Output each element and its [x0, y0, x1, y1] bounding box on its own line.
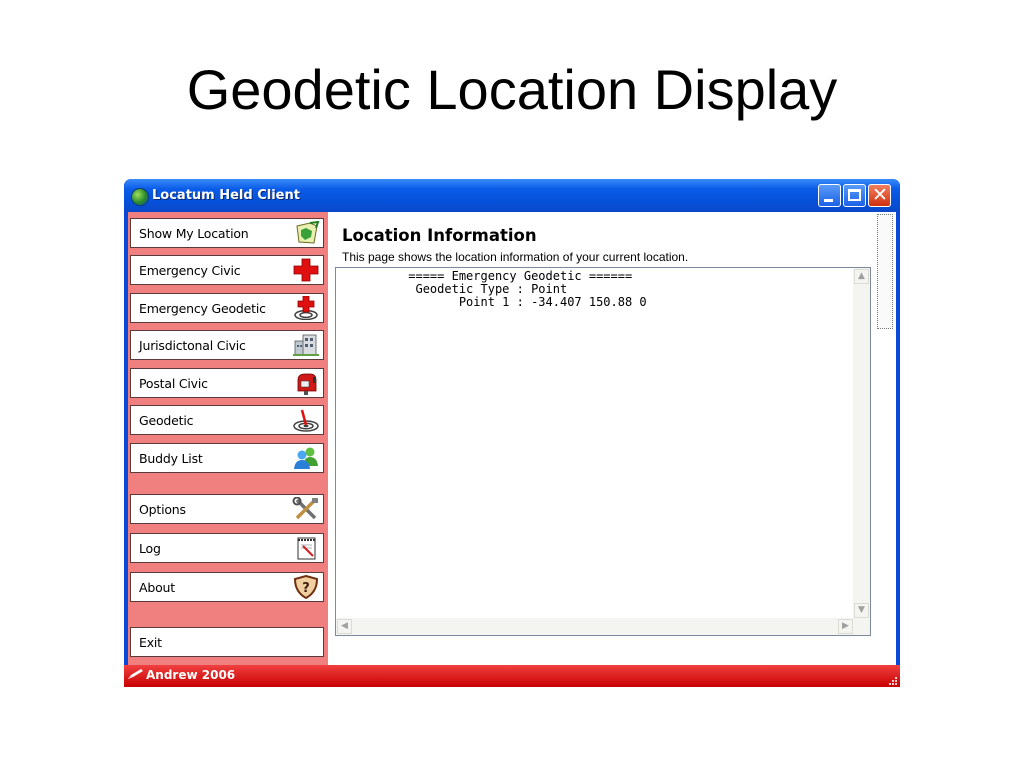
- content-description: This page shows the location information…: [342, 250, 689, 264]
- mailbox-icon: [297, 373, 317, 395]
- map-icon: [296, 221, 320, 244]
- close-button[interactable]: ✕: [868, 184, 891, 207]
- maximize-button[interactable]: [843, 184, 866, 207]
- page-scrollbar[interactable]: [874, 212, 896, 665]
- content-panel: Location Information This page shows the…: [328, 212, 874, 665]
- nav-label: Postal Civic: [139, 376, 208, 391]
- nav-label: Jurisdictonal Civic: [139, 338, 246, 353]
- emergency-geodetic-button[interactable]: Emergency Geodetic: [130, 293, 324, 323]
- minimize-button[interactable]: [818, 184, 841, 207]
- client-area: Show My Location Emergency Civic Emergen…: [128, 212, 896, 665]
- tools-icon: [292, 497, 318, 520]
- minimize-icon: [824, 199, 833, 202]
- vertical-scrollbar[interactable]: ▲ ▼: [853, 268, 870, 619]
- status-bar: Andrew 2006: [124, 665, 900, 687]
- scroll-right-icon[interactable]: ▶: [838, 619, 853, 634]
- sidebar: Show My Location Emergency Civic Emergen…: [128, 212, 328, 665]
- app-window: Locatum Held Client ✕ Show My Location E…: [124, 179, 900, 687]
- window-title: Locatum Held Client: [152, 188, 300, 203]
- maximize-icon: [848, 189, 861, 201]
- slide-title: Geodetic Location Display: [186, 58, 838, 121]
- nav-label: Emergency Geodetic: [139, 301, 266, 316]
- notepad-icon: [297, 537, 316, 560]
- emergency-civic-button[interactable]: Emergency Civic: [130, 255, 324, 285]
- scroll-down-icon[interactable]: ▼: [854, 603, 869, 618]
- nav-label: Exit: [139, 635, 162, 650]
- status-text: Andrew 2006: [146, 668, 236, 682]
- buddies-icon: [294, 447, 318, 469]
- nav-label: Emergency Civic: [139, 263, 241, 278]
- resize-grip-icon[interactable]: [887, 675, 897, 685]
- help-shield-icon: ?: [293, 575, 319, 599]
- jurisdictional-civic-button[interactable]: Jurisdictonal Civic: [130, 330, 324, 360]
- red-cross-icon: [293, 258, 319, 282]
- close-icon: ✕: [872, 184, 888, 206]
- nav-label: About: [139, 580, 175, 595]
- pen-icon: [128, 669, 143, 679]
- log-button[interactable]: Log: [130, 533, 324, 563]
- scroll-up-icon[interactable]: ▲: [854, 269, 869, 284]
- show-my-location-button[interactable]: Show My Location: [130, 218, 324, 248]
- postal-civic-button[interactable]: Postal Civic: [130, 368, 324, 398]
- options-button[interactable]: Options: [130, 494, 324, 524]
- content-title: Location Information: [342, 226, 537, 245]
- title-bar[interactable]: Locatum Held Client ✕: [124, 179, 900, 212]
- location-text-area[interactable]: ===== Emergency Geodetic ====== Geodetic…: [335, 267, 871, 636]
- about-button[interactable]: About ?: [130, 572, 324, 602]
- red-cross-target-icon: [294, 296, 318, 320]
- globe-icon: [131, 188, 149, 206]
- nav-label: Options: [139, 502, 186, 517]
- horizontal-scrollbar[interactable]: ◀ ▶: [336, 618, 854, 635]
- buddy-list-button[interactable]: Buddy List: [130, 443, 324, 473]
- target-pin-icon: [293, 409, 319, 432]
- scroll-left-icon[interactable]: ◀: [337, 619, 352, 634]
- nav-label: Buddy List: [139, 451, 203, 466]
- svg-text:?: ?: [302, 581, 310, 596]
- geodetic-button[interactable]: Geodetic: [130, 405, 324, 435]
- building-icon: [293, 334, 319, 356]
- text-line: Point 1 : -34.407 150.88 0: [336, 295, 647, 309]
- nav-label: Log: [139, 541, 161, 556]
- location-text: ===== Emergency Geodetic ====== Geodetic…: [336, 270, 846, 309]
- scrollbar-corner: [853, 618, 870, 635]
- nav-label: Geodetic: [139, 413, 194, 428]
- nav-label: Show My Location: [139, 226, 249, 241]
- exit-button[interactable]: Exit: [130, 627, 324, 657]
- page-scrollbar-thumb[interactable]: [877, 214, 893, 329]
